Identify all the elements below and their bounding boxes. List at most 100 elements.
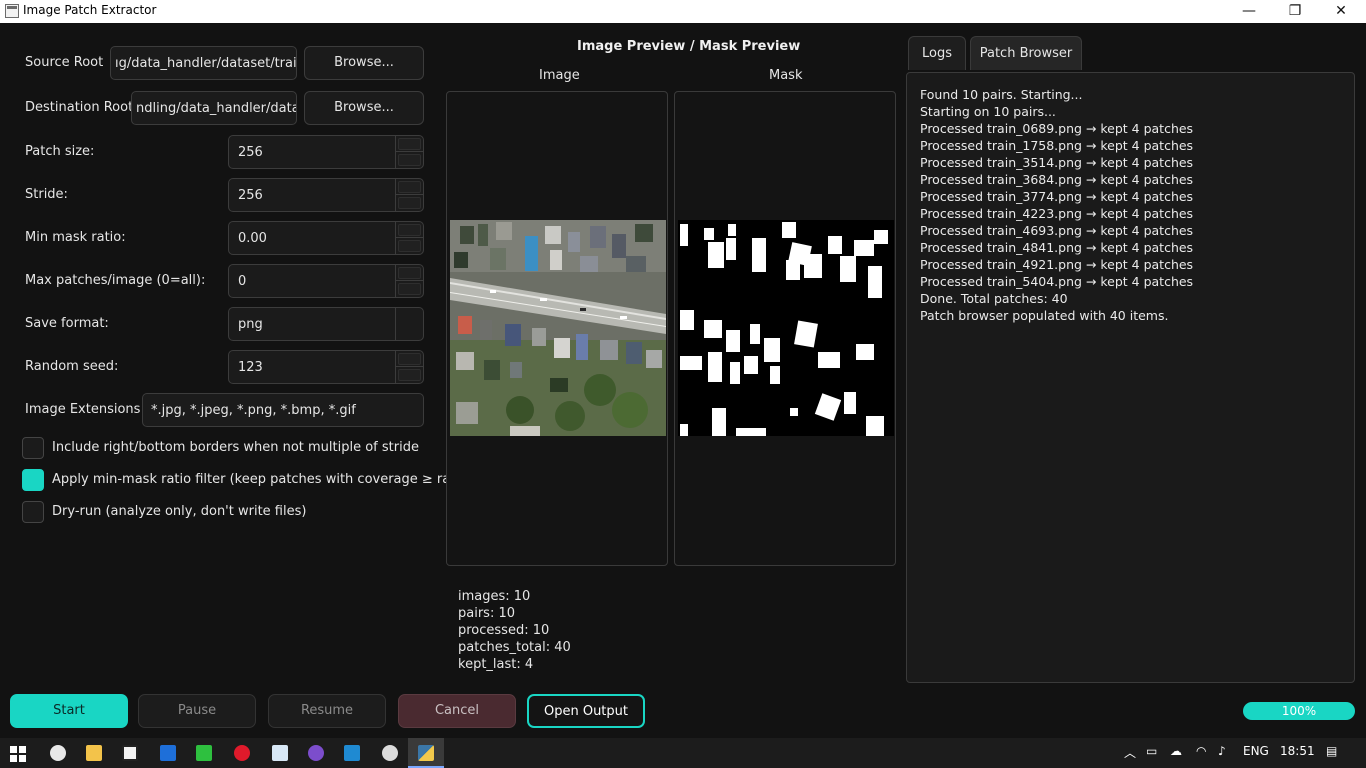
tray-wifi-icon[interactable]: ◠ — [1196, 744, 1206, 758]
tray-clock[interactable]: 18:51 — [1280, 744, 1315, 758]
tray-chevron-icon[interactable]: ︿ — [1124, 744, 1136, 761]
random-seed-value: 123 — [238, 360, 263, 375]
github-desktop-icon[interactable] — [298, 738, 334, 768]
spin-up-button[interactable] — [398, 181, 421, 193]
image-preview-pane — [446, 91, 668, 566]
spinbox-arrows[interactable] — [395, 222, 423, 254]
log-line: Processed train_1758.png → kept 4 patche… — [920, 138, 1194, 153]
save-format-select[interactable]: png — [228, 307, 424, 341]
paint-icon[interactable] — [40, 738, 76, 768]
source-root-field[interactable]: ıg/data_handler/dataset/train — [110, 46, 297, 80]
patch-size-spinbox[interactable]: 256 — [228, 135, 424, 169]
tray-language[interactable]: ENG — [1243, 744, 1269, 758]
notifications-icon[interactable]: ▤ — [1326, 744, 1337, 758]
stride-value: 256 — [238, 188, 263, 203]
spin-up-button[interactable] — [398, 267, 421, 279]
destination-root-field[interactable]: ndling/data_handler/data — [131, 91, 297, 125]
maps-icon[interactable] — [150, 738, 186, 768]
log-line: Processed train_4921.png → kept 4 patche… — [920, 257, 1194, 272]
obs-icon[interactable] — [372, 738, 408, 768]
log-line: Processed train_3514.png → kept 4 patche… — [920, 155, 1194, 170]
include-borders-label[interactable]: Include right/bottom borders when not mu… — [52, 440, 419, 455]
save-format-label: Save format: — [25, 316, 109, 331]
taskbar: ︿ ▭ ☁ ◠ ♪ ENG 18:51 ▤ — [0, 738, 1366, 768]
open-output-button[interactable]: Open Output — [527, 694, 645, 728]
max-patches-value: 0 — [238, 274, 247, 289]
image-extensions-label: Image Extensions: — [25, 402, 145, 417]
resume-button[interactable]: Resume — [268, 694, 386, 728]
source-root-label: Source Root — [25, 55, 104, 70]
stride-label: Stride: — [25, 187, 68, 202]
min-mask-ratio-label: Min mask ratio: — [25, 230, 126, 245]
max-patches-spinbox[interactable]: 0 — [228, 264, 424, 298]
image-extensions-field[interactable]: *.jpg, *.jpeg, *.png, *.bmp, *.gif — [142, 393, 424, 427]
tray-volume-icon[interactable]: ♪ — [1218, 744, 1226, 758]
tray-onedrive-icon[interactable]: ☁ — [1170, 744, 1182, 758]
dropdown-arrow-icon[interactable] — [395, 308, 423, 340]
min-mask-ratio-spinbox[interactable]: 0.00 — [228, 221, 424, 255]
log-line: Done. Total patches: 40 — [920, 291, 1068, 306]
vscode-icon[interactable] — [334, 738, 370, 768]
spinbox-arrows[interactable] — [395, 265, 423, 297]
window-title: Image Patch Extractor — [23, 3, 157, 17]
spinbox-arrows[interactable] — [395, 136, 423, 168]
dictionary-icon[interactable] — [186, 738, 222, 768]
spin-down-button[interactable] — [398, 369, 421, 381]
stat-processed: processed: 10 — [458, 623, 550, 638]
tray-battery-icon[interactable]: ▭ — [1146, 744, 1157, 758]
aerial-image-preview — [450, 220, 666, 436]
min-mask-filter-label[interactable]: Apply min-mask ratio filter (keep patche… — [52, 472, 472, 487]
min-mask-filter-checkbox[interactable] — [22, 469, 44, 491]
stride-spinbox[interactable]: 256 — [228, 178, 424, 212]
file-explorer-icon[interactable] — [76, 738, 112, 768]
spinbox-arrows[interactable] — [395, 351, 423, 383]
tab-logs[interactable]: Logs — [908, 36, 966, 70]
mask-preview-label: Mask — [769, 68, 803, 83]
python-icon[interactable] — [408, 738, 444, 768]
source-browse-button[interactable]: Browse... — [304, 46, 424, 80]
random-seed-spinbox[interactable]: 123 — [228, 350, 424, 384]
random-seed-label: Random seed: — [25, 359, 119, 374]
log-line: Processed train_3684.png → kept 4 patche… — [920, 172, 1194, 187]
save-format-value: png — [238, 317, 263, 332]
stat-kept-last: kept_last: 4 — [458, 657, 534, 672]
patch-size-value: 256 — [238, 145, 263, 160]
spin-up-button[interactable] — [398, 224, 421, 236]
log-line: Patch browser populated with 40 items. — [920, 308, 1169, 323]
dry-run-label[interactable]: Dry-run (analyze only, don't write files… — [52, 504, 306, 519]
winrar-icon[interactable] — [112, 738, 148, 768]
maximize-button[interactable]: ❐ — [1272, 0, 1318, 23]
stat-patches-total: patches_total: 40 — [458, 640, 571, 655]
spin-down-button[interactable] — [398, 240, 421, 252]
log-line: Found 10 pairs. Starting... — [920, 87, 1083, 102]
minimize-button[interactable]: — — [1226, 0, 1272, 23]
close-button[interactable]: ✕ — [1318, 0, 1364, 23]
spin-down-button[interactable] — [398, 283, 421, 295]
spinbox-arrows[interactable] — [395, 179, 423, 211]
opera-icon[interactable] — [224, 738, 260, 768]
destination-root-label: Destination Root — [25, 100, 134, 115]
destination-browse-button[interactable]: Browse... — [304, 91, 424, 125]
notepad-icon[interactable] — [262, 738, 298, 768]
min-mask-ratio-value: 0.00 — [238, 231, 267, 246]
log-line: Processed train_4223.png → kept 4 patche… — [920, 206, 1194, 221]
include-borders-checkbox[interactable] — [22, 437, 44, 459]
mask-image-preview — [678, 220, 894, 436]
stats-panel: images: 10 pairs: 10 processed: 10 patch… — [458, 588, 571, 673]
spin-down-button[interactable] — [398, 154, 421, 166]
log-line: Processed train_5404.png → kept 4 patche… — [920, 274, 1194, 289]
log-output[interactable]: Found 10 pairs. Starting... Starting on 1… — [906, 72, 1355, 683]
pause-button[interactable]: Pause — [138, 694, 256, 728]
tab-patch-browser[interactable]: Patch Browser — [970, 36, 1082, 70]
image-preview-label: Image — [539, 68, 580, 83]
spin-down-button[interactable] — [398, 197, 421, 209]
spin-up-button[interactable] — [398, 353, 421, 365]
app-window-icon — [5, 4, 19, 18]
spin-up-button[interactable] — [398, 138, 421, 150]
start-button[interactable]: Start — [10, 694, 128, 728]
windows-start-icon[interactable] — [0, 738, 36, 768]
stat-images: images: 10 — [458, 589, 531, 604]
dry-run-checkbox[interactable] — [22, 501, 44, 523]
patch-size-label: Patch size: — [25, 144, 95, 159]
cancel-button[interactable]: Cancel — [398, 694, 516, 728]
